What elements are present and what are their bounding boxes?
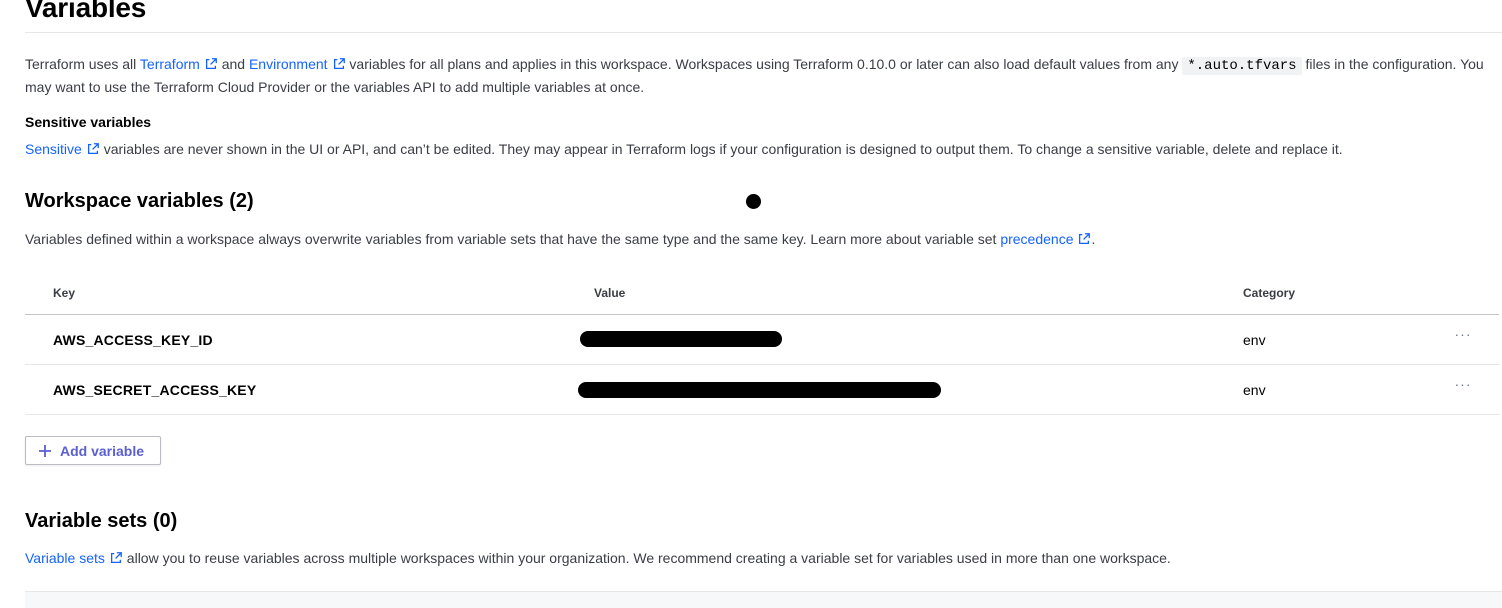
precedence-link-label: precedence [1000, 231, 1074, 247]
page-title: Variables [25, 0, 147, 23]
external-link-icon [332, 57, 346, 71]
variable-key: AWS_ACCESS_KEY_ID [53, 332, 213, 348]
intro-text: and [217, 56, 249, 72]
terraform-variables-link[interactable]: Terraform [140, 56, 218, 72]
precedence-link[interactable]: precedence [1000, 231, 1091, 247]
sensitive-link-label: Sensitive [25, 141, 82, 157]
variable-category: env [1243, 382, 1266, 398]
add-variable-button[interactable]: Add variable [25, 436, 161, 465]
add-variable-label: Add variable [60, 442, 145, 459]
environment-variables-link[interactable]: Environment [249, 56, 346, 72]
variable-sets-text: allow you to reuse variables across mult… [122, 550, 1171, 566]
column-header-value: Value [594, 286, 626, 300]
row-actions-menu-button[interactable]: ··· [1449, 377, 1477, 397]
variables-page: Variables Terraform uses all Terraform a… [0, 0, 1502, 608]
redacted-value [580, 331, 782, 347]
intro-text: Terraform uses all [25, 56, 140, 72]
workspace-variables-heading: Workspace variables (2) [25, 190, 254, 212]
intro-text: variables for all plans and applies in t… [345, 56, 1183, 72]
title-divider [25, 32, 1502, 33]
redacted-value [578, 382, 941, 398]
column-header-category: Category [1243, 286, 1296, 300]
variable-sets-panel [25, 591, 1502, 608]
column-header-key: Key [53, 286, 76, 300]
workspace-variables-description: Variables defined within a workspace alw… [25, 229, 1495, 250]
description-text: . [1091, 231, 1096, 247]
workspace-variables-table: Key Value Category AWS_ACCESS_KEY_ID env… [25, 276, 1499, 415]
table-row: AWS_SECRET_ACCESS_KEY env ··· [25, 365, 1499, 415]
table-header: Key Value Category [25, 276, 1499, 315]
external-link-icon [204, 57, 218, 71]
sensitive-variables-heading: Sensitive variables [25, 114, 152, 130]
sensitive-text: variables are never shown in the UI or A… [99, 141, 1343, 157]
sensitive-paragraph: Sensitive variables are never shown in t… [25, 139, 1495, 160]
variable-sets-link[interactable]: Variable sets [25, 550, 123, 566]
row-actions-menu-button[interactable]: ··· [1449, 327, 1477, 347]
variable-sets-link-label: Variable sets [25, 550, 105, 566]
intro-paragraph: Terraform uses all Terraform and Environ… [25, 54, 1495, 98]
cursor-dot [746, 194, 761, 209]
sensitive-link[interactable]: Sensitive [25, 141, 100, 157]
variable-key: AWS_SECRET_ACCESS_KEY [53, 382, 257, 398]
external-link-icon [1077, 232, 1091, 246]
auto-tfvars-code: *.auto.tfvars [1182, 57, 1302, 75]
table-row: AWS_ACCESS_KEY_ID env ··· [25, 315, 1499, 365]
description-text: Variables defined within a workspace alw… [25, 231, 1001, 247]
variable-sets-heading: Variable sets (0) [25, 510, 178, 532]
external-link-icon [86, 142, 100, 156]
variable-sets-description: Variable sets allow you to reuse variabl… [25, 548, 1495, 569]
external-link-icon [109, 551, 123, 565]
variable-category: env [1243, 332, 1266, 348]
plus-icon [39, 444, 51, 457]
environment-link-label: Environment [248, 56, 328, 72]
terraform-link-label: Terraform [139, 56, 200, 72]
